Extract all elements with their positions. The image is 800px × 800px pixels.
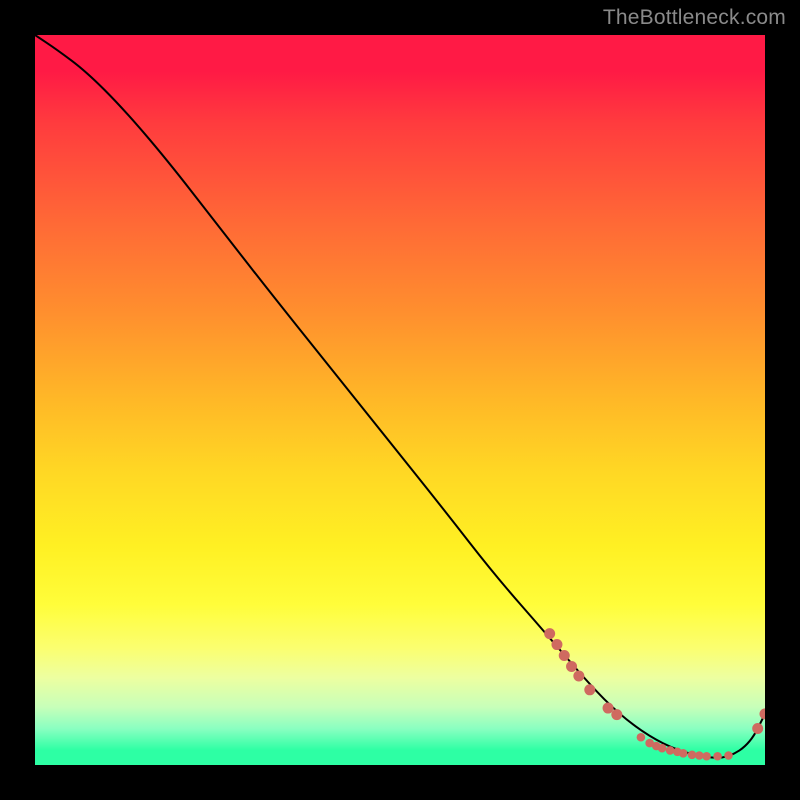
data-marker	[702, 752, 711, 761]
data-marker	[637, 733, 646, 742]
data-marker	[551, 639, 562, 650]
data-marker	[679, 749, 688, 758]
chart-svg	[35, 35, 765, 765]
data-marker	[752, 723, 763, 734]
data-marker	[603, 703, 614, 714]
data-marker	[760, 708, 766, 719]
data-marker	[566, 661, 577, 672]
chart-stage: TheBottleneck.com	[0, 0, 800, 800]
plot-area	[35, 35, 765, 765]
marker-group	[544, 628, 765, 760]
data-marker	[695, 751, 704, 760]
watermark-text: TheBottleneck.com	[603, 6, 786, 30]
data-marker	[573, 670, 584, 681]
data-marker	[688, 750, 697, 759]
data-marker	[584, 684, 595, 695]
data-marker	[544, 628, 555, 639]
data-marker	[713, 752, 722, 761]
bottleneck-curve	[35, 35, 765, 758]
data-marker	[724, 751, 733, 760]
data-marker	[658, 744, 667, 753]
data-marker	[666, 746, 675, 755]
data-marker	[611, 709, 622, 720]
data-marker	[559, 650, 570, 661]
